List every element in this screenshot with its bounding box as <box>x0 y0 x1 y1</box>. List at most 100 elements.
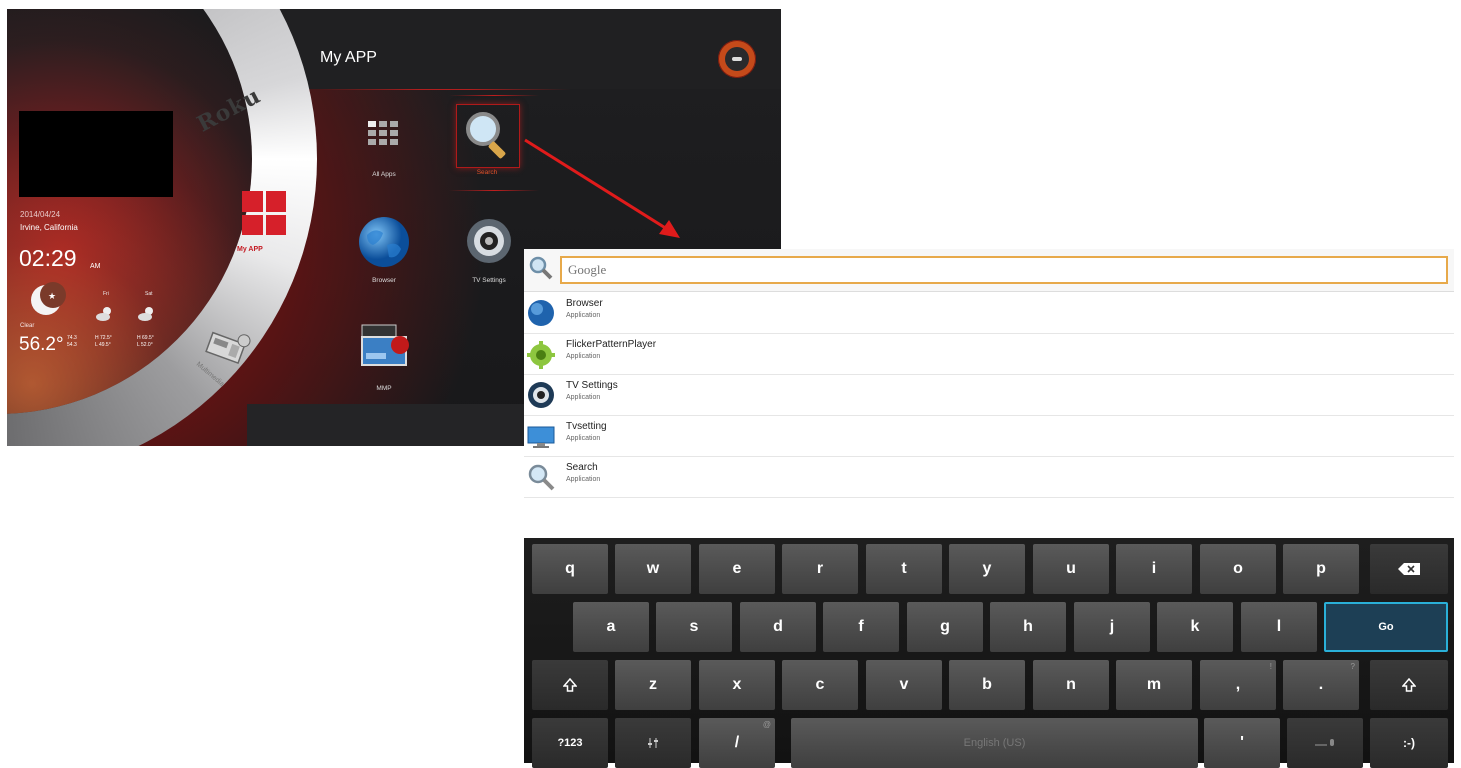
key-j[interactable]: j <box>1074 602 1150 652</box>
shift-icon <box>1402 678 1416 692</box>
key-x[interactable]: x <box>699 660 775 710</box>
power-indicator <box>732 57 742 61</box>
power-button[interactable] <box>718 40 756 78</box>
android-icon <box>527 341 555 369</box>
slash-key-hint: @ <box>762 720 771 729</box>
key-i[interactable]: i <box>1116 544 1192 594</box>
key-q[interactable]: q <box>532 544 608 594</box>
key-period-label: . <box>1318 676 1324 693</box>
voice-input-key[interactable] <box>1287 718 1363 768</box>
search-input[interactable] <box>560 256 1448 284</box>
key-l[interactable]: l <box>1241 602 1317 652</box>
forecast-day-2: Sat <box>145 291 153 297</box>
live-tv-preview[interactable] <box>19 111 173 197</box>
result-name: Browser <box>566 298 603 309</box>
temperature-range: 74.3 54.3 <box>67 335 77 349</box>
key-comma-label: , <box>1235 676 1241 693</box>
key-f[interactable]: f <box>823 602 899 652</box>
key-m[interactable]: m <box>1116 660 1192 710</box>
monitor-icon <box>527 426 555 448</box>
result-kind: Application <box>566 476 601 483</box>
key-e[interactable]: e <box>699 544 775 594</box>
clock-time: 02:29 <box>19 245 77 271</box>
shift-key-left[interactable] <box>532 660 608 710</box>
key-a[interactable]: a <box>573 602 649 652</box>
key-k[interactable]: k <box>1157 602 1233 652</box>
shift-icon <box>563 678 577 692</box>
space-key[interactable]: English (US) <box>791 718 1198 768</box>
globe-icon <box>528 300 554 326</box>
apostrophe-key[interactable]: ' <box>1204 718 1280 768</box>
current-temperature: 56.2° <box>19 334 64 355</box>
gear-icon <box>528 382 554 408</box>
settings-sliders-icon <box>648 738 658 748</box>
magnifier-icon <box>528 464 555 491</box>
result-row[interactable]: Search Application <box>524 456 1454 498</box>
key-r[interactable]: r <box>782 544 858 594</box>
search-icon[interactable] <box>528 255 554 281</box>
result-row[interactable]: TV Settings Application <box>524 374 1454 416</box>
magnifier-icon <box>466 112 506 159</box>
key-comma[interactable]: , ! <box>1200 660 1276 710</box>
key-d[interactable]: d <box>740 602 816 652</box>
temperature-high: 74.3 <box>67 335 77 341</box>
temperature-low: 54.3 <box>67 342 77 348</box>
key-c[interactable]: c <box>782 660 858 710</box>
key-h[interactable]: h <box>990 602 1066 652</box>
key-v[interactable]: v <box>866 660 942 710</box>
date-label: 2014/04/24 <box>20 210 61 219</box>
app-tile-mmp[interactable]: MMP <box>344 319 424 392</box>
my-app-icon <box>242 191 286 235</box>
symbols-key[interactable]: ?123 <box>532 718 608 768</box>
key-period[interactable]: . ? <box>1283 660 1359 710</box>
result-name: FlickerPatternPlayer <box>566 339 657 350</box>
partly-cloudy-night-icon <box>96 307 111 321</box>
transition-arrow <box>524 138 680 238</box>
search-bar <box>524 249 1454 292</box>
location-label: Irvine, California <box>20 223 78 232</box>
key-w[interactable]: w <box>615 544 691 594</box>
smiley-key[interactable]: :-) <box>1370 718 1448 768</box>
result-kind: Application <box>566 394 601 401</box>
key-g[interactable]: g <box>907 602 983 652</box>
key-t[interactable]: t <box>866 544 942 594</box>
app-tile-all-apps[interactable]: All Apps <box>344 117 424 187</box>
selection-line-top <box>449 95 539 96</box>
result-name: TV Settings <box>566 380 618 391</box>
clock-ampm: AM <box>90 263 101 270</box>
forecast-day-1-high: H 72.5° <box>95 335 112 341</box>
key-y[interactable]: y <box>949 544 1025 594</box>
result-name: Search <box>566 462 598 473</box>
backspace-key[interactable] <box>1370 544 1448 594</box>
app-label: MMP <box>376 385 392 392</box>
settings-key[interactable] <box>615 718 691 768</box>
result-row[interactable]: Browser Application <box>524 292 1454 334</box>
key-z[interactable]: z <box>615 660 691 710</box>
key-b[interactable]: b <box>949 660 1025 710</box>
key-period-hint: ? <box>1350 662 1355 671</box>
result-kind: Application <box>566 435 601 442</box>
result-row[interactable]: FlickerPatternPlayer Application <box>524 333 1454 375</box>
weather-condition: Clear <box>20 323 35 329</box>
go-key[interactable]: Go <box>1324 602 1448 652</box>
shift-key-right[interactable] <box>1370 660 1448 710</box>
forecast-day-2-high: H 69.5° <box>137 335 154 341</box>
gear-icon <box>467 219 511 263</box>
app-tile-browser[interactable]: Browser <box>344 215 424 285</box>
title-divider <box>317 89 571 90</box>
key-n[interactable]: n <box>1033 660 1109 710</box>
slash-key[interactable]: / @ <box>699 718 775 768</box>
key-u[interactable]: u <box>1033 544 1109 594</box>
key-p[interactable]: p <box>1283 544 1359 594</box>
page-title: My APP <box>320 49 377 66</box>
moon-icon <box>31 282 66 315</box>
key-s[interactable]: s <box>656 602 732 652</box>
star-icon: ★ <box>48 291 57 301</box>
key-o[interactable]: o <box>1200 544 1276 594</box>
on-screen-keyboard: q w e r t y u i o p a s d f g h j k l Go… <box>524 538 1454 768</box>
forecast-day-1-low: L 49.5° <box>95 342 111 348</box>
result-kind: Application <box>566 353 601 360</box>
result-row[interactable]: Tvsetting Application <box>524 415 1454 457</box>
grid-icon <box>368 121 398 145</box>
microphone-icon <box>1315 739 1334 746</box>
